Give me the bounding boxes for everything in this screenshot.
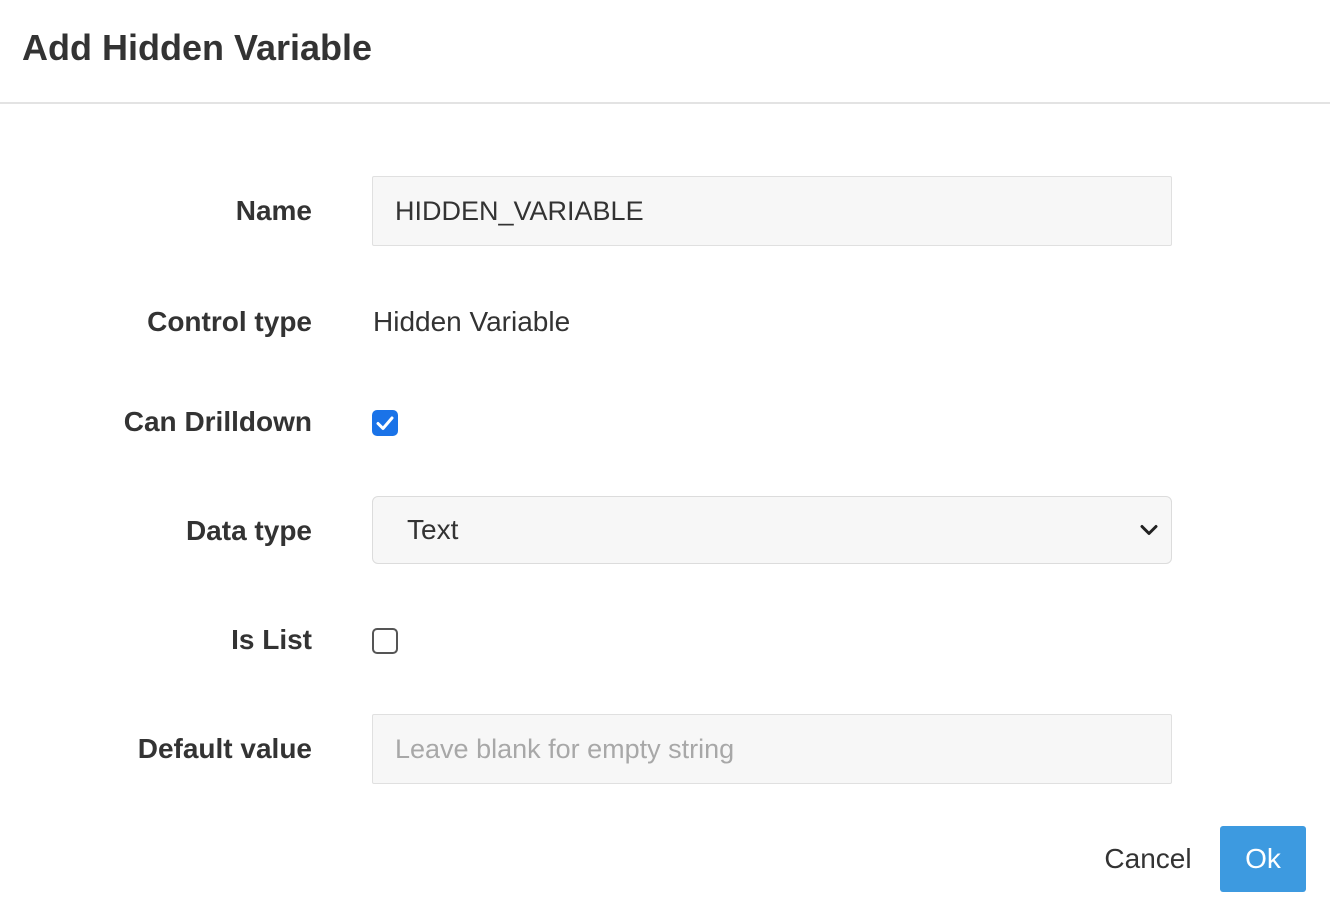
- add-hidden-variable-dialog: Add Hidden Variable Name Control type Hi…: [0, 0, 1330, 916]
- can-drilldown-row: Can Drilldown: [0, 405, 1330, 439]
- default-value-label: Default value: [137, 733, 312, 764]
- cancel-button[interactable]: Cancel: [1092, 826, 1204, 892]
- dialog-header: Add Hidden Variable: [0, 0, 1330, 104]
- dialog-title: Add Hidden Variable: [22, 27, 373, 68]
- chevron-down-icon: [1139, 520, 1159, 545]
- data-type-label: Data type: [185, 515, 312, 546]
- data-type-selected-value: Text: [407, 514, 459, 545]
- name-input[interactable]: [372, 176, 1172, 246]
- checkmark-icon: [376, 416, 394, 430]
- data-type-select[interactable]: Text: [372, 496, 1172, 564]
- is-list-label: Is List: [231, 624, 312, 655]
- control-type-value: Hidden Variable: [373, 306, 571, 337]
- name-label: Name: [235, 195, 312, 226]
- can-drilldown-label: Can Drilldown: [123, 406, 312, 437]
- control-type-label: Control type: [147, 306, 312, 337]
- ok-button[interactable]: Ok: [1220, 826, 1306, 892]
- control-type-row: Control type Hidden Variable: [0, 305, 1330, 339]
- can-drilldown-checkbox[interactable]: [372, 410, 398, 436]
- name-row: Name: [0, 176, 1330, 246]
- is-list-row: Is List: [0, 623, 1330, 657]
- default-value-row: Default value: [0, 714, 1330, 784]
- is-list-checkbox[interactable]: [372, 628, 398, 654]
- data-type-row: Data type Text: [0, 496, 1330, 564]
- default-value-input[interactable]: [372, 714, 1172, 784]
